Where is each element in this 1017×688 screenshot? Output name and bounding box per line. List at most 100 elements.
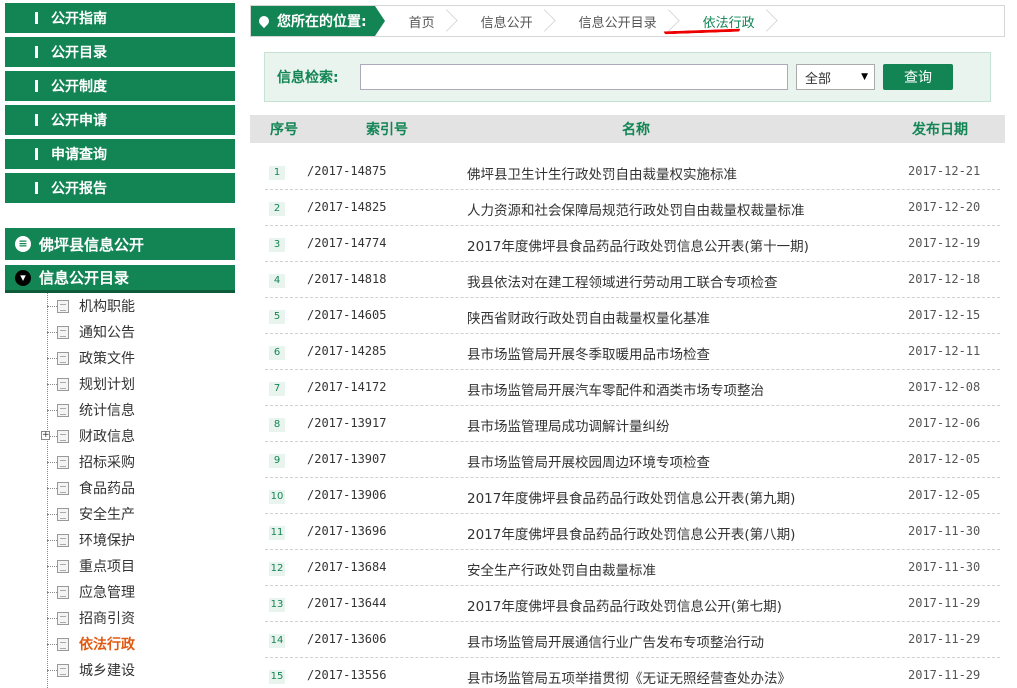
table-row: 6/2017-14285 县市场监管局开展冬季取暖用品市场检查 2017-12-11 (265, 334, 1000, 370)
expand-plus-icon[interactable]: + (41, 431, 50, 440)
tree-item-label: 财政信息 (79, 429, 135, 445)
table-row: 14/2017-13606 县市场监管局开展通信行业广告发布专项整治行动 2017-… (265, 622, 1000, 658)
bar-icon (35, 182, 38, 194)
tree-item-policy[interactable]: 政策文件 (45, 345, 235, 371)
menu-item-guide[interactable]: 公开指南 (5, 3, 235, 33)
section-title: 信息公开目录 (39, 269, 130, 287)
tree-item-label: 城乡建设 (79, 663, 135, 679)
tree-item-investment[interactable]: 招商引资 (45, 605, 235, 631)
menu-item-label: 公开申请 (51, 113, 107, 129)
row-index: /2017-13556 (307, 668, 387, 682)
breadcrumb: 您所在的位置: 首页 信息公开 信息公开目录 依法行政 (250, 5, 1005, 37)
document-icon (57, 403, 69, 417)
tree-item-emergency[interactable]: 应急管理 (45, 579, 235, 605)
row-index: /2017-14774 (307, 236, 387, 250)
search-button[interactable]: 查询 (883, 64, 953, 90)
section-info-catalog[interactable]: ▾ 信息公开目录 (5, 265, 235, 293)
tree-item-bidding[interactable]: 招标采购 (45, 449, 235, 475)
breadcrumb-info-public[interactable]: 信息公开 (459, 6, 557, 36)
row-title-link[interactable]: 县市场监管局开展汽车零配件和酒类市场专项整治 (467, 379, 764, 399)
table-row: 8/2017-13917 县市场监管理局成功调解计量纠纷 2017-12-06 (265, 406, 1000, 442)
tree-item-label: 规划计划 (79, 377, 135, 393)
table-row: 3/2017-14774 2017年度佛坪县食品药品行政处罚信息公开表(第十一期)… (265, 226, 1000, 262)
search-label: 信息检索: (277, 70, 339, 86)
row-title-link[interactable]: 佛坪县卫生计生行政处罚自由裁量权实施标准 (467, 163, 737, 183)
row-title-link[interactable]: 县市场监管局开展冬季取暖用品市场检查 (467, 343, 710, 363)
tree-item-law-admin[interactable]: 依法行政 (45, 631, 235, 657)
row-title-link[interactable]: 县市场监管理局成功调解计量纠纷 (467, 415, 670, 435)
header-index: 索引号 (366, 122, 408, 138)
document-icon (57, 559, 69, 573)
tree-item-plan[interactable]: 规划计划 (45, 371, 235, 397)
tree-item-key-projects[interactable]: 重点项目 (45, 553, 235, 579)
bar-icon (35, 12, 38, 24)
tree-item-finance[interactable]: + 财政信息 (41, 423, 235, 449)
row-number: 8 (269, 418, 285, 432)
header-name: 名称 (622, 122, 650, 138)
document-icon (57, 351, 69, 365)
section-county-info[interactable]: ≡ 佛坪县信息公开 (5, 228, 235, 260)
table-row: 11/2017-13696 2017年度佛坪县食品药品行政处罚信息公开表(第八期)… (265, 514, 1000, 550)
menu-item-label: 公开指南 (51, 11, 107, 27)
tree-item-urban-rural[interactable]: 城乡建设 (45, 657, 235, 683)
row-number: 4 (269, 274, 285, 288)
location-pin-icon (256, 13, 272, 29)
row-title-link[interactable]: 县市场监管局五项举措贯彻《无证无照经营查处办法》 (467, 667, 791, 687)
breadcrumb-label-text: 您所在的位置: (277, 14, 367, 30)
row-title-link[interactable]: 2017年度佛坪县食品药品行政处罚信息公开表(第十一期) (467, 235, 809, 255)
menu-item-label: 申请查询 (51, 147, 107, 163)
row-title-link[interactable]: 安全生产行政处罚自由裁量标准 (467, 559, 656, 579)
row-title-link[interactable]: 县市场监管局开展校园周边环境专项检查 (467, 451, 710, 471)
row-index: /2017-13644 (307, 596, 387, 610)
table-row: 9/2017-13907 县市场监管局开展校园周边环境专项检查 2017-12-05 (265, 442, 1000, 478)
bar-icon (35, 148, 38, 160)
row-title-link[interactable]: 人力资源和社会保障局规范行政处罚自由裁量权裁量标准 (467, 199, 805, 219)
tree-item-label: 安全生产 (79, 507, 135, 523)
tree-item-safety[interactable]: 安全生产 (45, 501, 235, 527)
menu-item-system[interactable]: 公开制度 (5, 71, 235, 101)
category-select[interactable]: 全部 ▼ (796, 64, 875, 90)
row-index: /2017-13606 (307, 632, 387, 646)
row-index: /2017-13906 (307, 488, 387, 502)
row-number: 14 (269, 634, 285, 648)
tree-item-notice[interactable]: 通知公告 (45, 319, 235, 345)
breadcrumb-home[interactable]: 首页 (387, 6, 459, 36)
menu-item-label: 公开制度 (51, 79, 107, 95)
row-date: 2017-12-18 (908, 272, 981, 286)
menu-item-query[interactable]: 申请查询 (5, 139, 235, 169)
row-title-link[interactable]: 我县依法对在建工程领域进行劳动用工联合专项检查 (467, 271, 778, 291)
row-number: 5 (269, 310, 285, 324)
tree-item-label: 重点项目 (79, 559, 135, 575)
document-icon (57, 507, 69, 521)
search-input[interactable] (360, 64, 788, 90)
row-title-link[interactable]: 县市场监管局开展通信行业广告发布专项整治行动 (467, 631, 764, 651)
table-row: 7/2017-14172 县市场监管局开展汽车零配件和酒类市场专项整治 2017-1… (265, 370, 1000, 406)
list-icon: ≡ (15, 236, 31, 252)
row-date: 2017-11-29 (908, 668, 981, 682)
tree-item-food-drug[interactable]: 食品药品 (45, 475, 235, 501)
row-number: 13 (269, 598, 285, 612)
menu-item-catalog[interactable]: 公开目录 (5, 37, 235, 67)
row-date: 2017-11-29 (908, 632, 981, 646)
tree-item-label: 招商引资 (79, 611, 135, 627)
tree-item-environment[interactable]: 环境保护 (45, 527, 235, 553)
header-num: 序号 (270, 122, 298, 138)
row-title-link[interactable]: 2017年度佛坪县食品药品行政处罚信息公开(第七期) (467, 595, 782, 615)
row-title-link[interactable]: 2017年度佛坪县食品药品行政处罚信息公开表(第九期) (467, 487, 795, 507)
row-date: 2017-11-29 (908, 596, 981, 610)
row-number: 9 (269, 454, 285, 468)
tree-item-stats[interactable]: 统计信息 (45, 397, 235, 423)
row-number: 7 (269, 382, 285, 396)
row-index: /2017-14875 (307, 164, 387, 178)
tree-item-org[interactable]: 机构职能 (45, 293, 235, 319)
row-title-link[interactable]: 陕西省财政行政处罚自由裁量权量化基准 (467, 307, 710, 327)
breadcrumb-info-catalog[interactable]: 信息公开目录 (557, 6, 681, 36)
sidebar-menu: 公开指南 公开目录 公开制度 公开申请 申请查询 公开报告 (5, 3, 235, 207)
row-number: 3 (269, 238, 285, 252)
row-date: 2017-12-20 (908, 200, 981, 214)
menu-item-report[interactable]: 公开报告 (5, 173, 235, 203)
row-date: 2017-12-06 (908, 416, 981, 430)
row-number: 15 (269, 670, 285, 684)
row-title-link[interactable]: 2017年度佛坪县食品药品行政处罚信息公开表(第八期) (467, 523, 795, 543)
menu-item-apply[interactable]: 公开申请 (5, 105, 235, 135)
